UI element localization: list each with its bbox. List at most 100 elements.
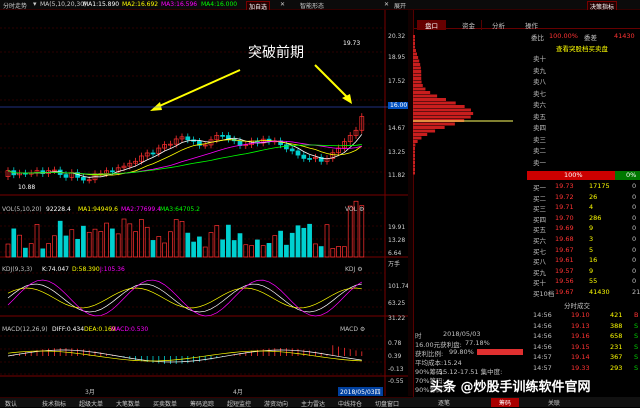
trade-price: 19.13 [571,321,590,330]
chip-distribution [413,35,513,175]
vol-unit: 万手 [388,261,401,268]
macd-title[interactable]: MACD(12,26,9) [2,326,48,333]
volume-bar [249,245,254,258]
kdj-title[interactable]: KDJ(9,3,3) [2,266,32,273]
buy-price[interactable]: 19.61 [555,256,574,264]
buy-name: 买一 [533,184,546,192]
sell-level[interactable]: 卖三 [533,134,546,144]
trade-volume: 388 [610,321,623,330]
sell-level[interactable]: 卖四 [533,122,546,132]
buy-change: 0 [632,182,637,190]
volume-bar [156,236,162,258]
arrow-right-line [314,64,349,99]
trade-side: B [634,311,639,319]
high-price-label: 19.73 [343,40,361,47]
sell-level[interactable]: 卖五 [533,111,546,121]
sell-level[interactable]: 卖一 [533,157,546,167]
volume-bar [266,243,272,258]
volume-bar [197,236,202,258]
volume-bar [226,224,231,258]
vol-title[interactable]: VOL(5,10,20) [2,206,42,213]
buy-volume: 9 [589,266,594,275]
chip-bar [413,154,415,157]
volume-bar [237,233,243,258]
chart-canvas [0,10,408,396]
chip-bar [413,105,465,108]
price-tick: 17.52 [388,78,406,85]
chip-bar [413,161,415,164]
buy-price[interactable]: 19.72 [555,193,574,201]
buy-price[interactable]: 19.71 [555,203,574,211]
buy-price[interactable]: 19.56 [555,277,574,285]
volume-bar [307,223,312,258]
buy-name: 买四 [533,215,546,224]
tab-related[interactable]: 关联 [548,398,560,407]
macd-diff: DIFF:0.434 [52,326,85,333]
chip-bar [413,122,455,126]
stock-trading-app: 分时走势 ▾ MA(5,10,20,30) MA1:15.890 MA2:16.… [0,0,640,408]
sell-level[interactable]: 卖六 [533,99,546,109]
sell-level[interactable]: 卖二 [533,145,546,155]
indicator-set-label[interactable]: MA(5,10,20,30) [40,1,86,8]
price-tick: 14.67 [388,125,406,132]
period-dropdown[interactable]: 分时走势 [3,1,27,10]
vol-tick: 13.28 [388,237,406,244]
date-badge: 2018/05/03四 [338,387,383,396]
chevron-down-icon[interactable]: ▾ [33,0,37,8]
chip-bar [413,150,415,154]
trade-time: 14:57 [533,353,552,362]
chip-bar [413,168,415,171]
smart-pattern-button[interactable]: 智能形态 [300,1,324,10]
sell-level[interactable]: 卖九 [533,65,546,75]
close-small-icon[interactable]: ✕ [280,1,285,8]
ma20-line [7,140,362,175]
buy-price[interactable]: 19.70 [555,214,574,222]
macd-dea-line [7,350,362,362]
chip-bar [413,136,422,140]
buy-volume: 41430 [589,288,610,296]
chip-ratio-bar [477,349,523,355]
tab-operation[interactable]: 操作 [519,20,544,30]
vol-ma1: MA1:94949.6 [78,206,118,213]
buy-price[interactable]: 19.57 [555,267,574,275]
volume-bar [347,205,353,258]
expand-button[interactable]: 展开 [394,1,406,10]
sell-level[interactable]: 卖八 [533,76,546,86]
trade-time: 14:56 [533,311,552,319]
chip-bar [413,70,422,73]
buy-price[interactable]: 19.67 [555,288,574,296]
chip-90-value: 15.12-17.51 集中度: [439,368,503,376]
tab-orderbook[interactable]: 盘口 [417,20,446,30]
webi-label: 委比 [531,34,544,42]
chip-bar [413,143,416,147]
kdj-j: J:105.36 [100,266,125,273]
vol-corner-label[interactable]: VOL ⚙ [345,206,364,213]
tab-chips[interactable]: 筹码 [491,398,520,407]
buy-price[interactable]: 19.67 [555,246,574,254]
macd-corner-label[interactable]: MACD ⚙ [340,326,365,333]
buy-price[interactable]: 19.73 [555,182,574,190]
chip-bar [413,56,419,59]
sell-level[interactable]: 卖七 [533,88,546,98]
buy-volume: 9 [589,224,594,233]
kdj-corner-label[interactable]: KDJ ⚙ [345,266,363,273]
close-icon[interactable]: ✕ [384,1,389,8]
volume-bar [191,241,196,258]
tab-fund[interactable]: 资金 [456,20,482,30]
candle-body [284,144,289,150]
chip-bar [413,87,426,91]
chip-bar [413,35,415,38]
low-price-label: 10.88 [18,184,36,191]
buy-price[interactable]: 19.68 [555,235,574,243]
trade-side: S [634,321,639,330]
chip-bar [413,171,415,175]
tab-analysis[interactable]: 分析 [486,20,511,30]
tab-tick-by-tick[interactable]: 逐笔 [438,398,450,407]
kline-chart-area[interactable]: 突破前期 19.73 10.88 20.32 18.95 17.52 16.00… [0,10,410,396]
depth-link[interactable]: 查看突股档买卖盘 [556,43,608,53]
sell-level[interactable]: 卖十 [533,53,546,63]
buy-name: 买七 [533,247,546,256]
buy-price[interactable]: 19.69 [555,224,574,232]
buy-volume: 16 [589,256,598,265]
volume-bar [260,245,266,258]
